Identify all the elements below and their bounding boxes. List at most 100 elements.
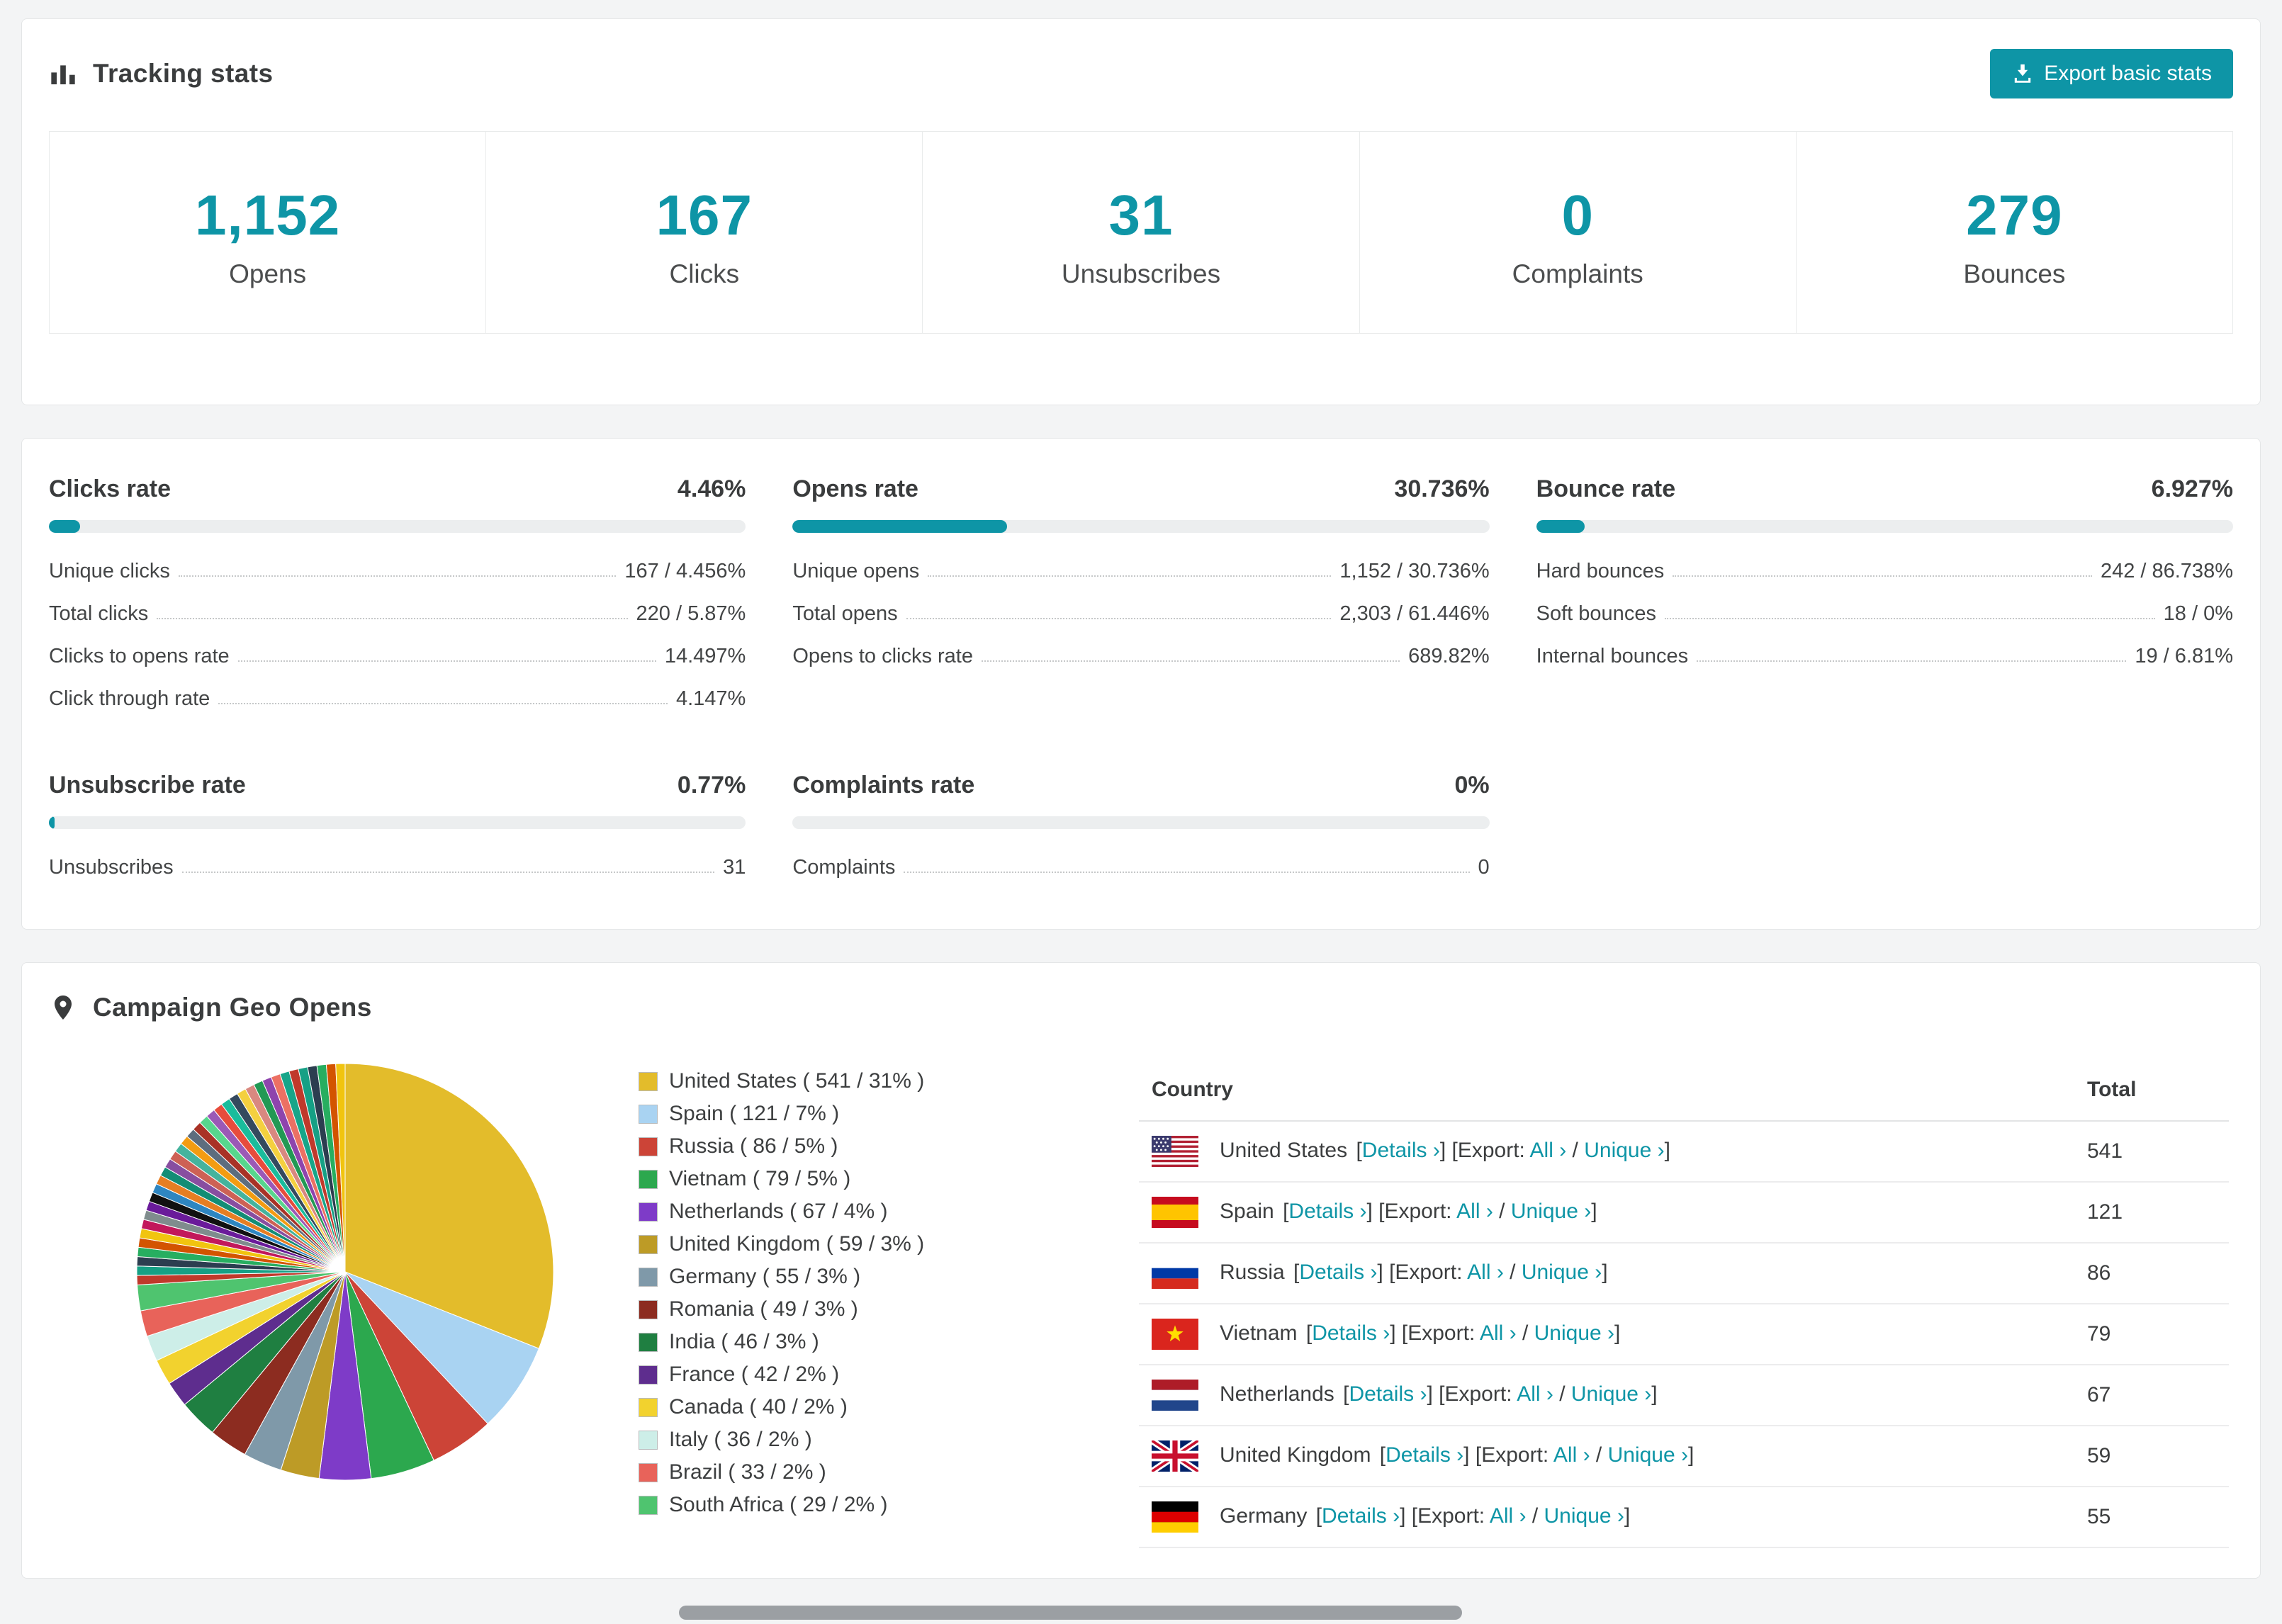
legend-swatch [639, 1332, 658, 1352]
dotted-leader [218, 703, 668, 704]
stat-box-opens: 1,152 Opens [49, 131, 487, 334]
geo-table-wrap: Country Total United States [Details ›] … [1139, 1059, 2229, 1548]
legend-item-russia: Russia ( 86 / 5% ) [639, 1134, 965, 1158]
country-flag-ru [1152, 1258, 1198, 1289]
rate-stat-row-hard-bounces: Hard bounces 242 / 86.738% [1536, 560, 2233, 583]
legend-swatch [639, 1299, 658, 1319]
legend-item-india: India ( 46 / 3% ) [639, 1330, 965, 1354]
rate-progress-track [1536, 520, 2233, 533]
details-link[interactable]: Details › [1349, 1382, 1427, 1406]
export-all-link[interactable]: All › [1553, 1443, 1590, 1467]
tracking-stats-card: Tracking stats Export basic stats 1,152 O… [21, 18, 2261, 405]
rate-title: Unsubscribe rate [49, 772, 246, 799]
rate-stat-value: 0 [1478, 856, 1490, 879]
legend-item-south-africa: South Africa ( 29 / 2% ) [639, 1493, 965, 1517]
legend-label: Italy ( 36 / 2% ) [669, 1428, 812, 1451]
export-all-link[interactable]: All › [1467, 1261, 1504, 1284]
rate-title: Opens rate [792, 475, 918, 502]
export-all-link[interactable]: All › [1517, 1382, 1553, 1406]
export-unique-link[interactable]: Unique › [1571, 1382, 1651, 1406]
export-basic-stats-button[interactable]: Export basic stats [1990, 49, 2233, 98]
details-link[interactable]: Details › [1299, 1261, 1377, 1284]
legend-label: Canada ( 40 / 2% ) [669, 1395, 848, 1419]
rate-stat-row-unique-clicks: Unique clicks 167 / 4.456% [49, 560, 746, 583]
rate-panel-clicks-rate: Clicks rate 4.46% Unique clicks 167 / 4.456… [49, 475, 746, 711]
rate-value: 30.736% [1394, 475, 1490, 502]
rate-title: Bounce rate [1536, 475, 1676, 502]
rate-stat-label: Click through rate [49, 687, 210, 710]
rate-stat-label: Clicks to opens rate [49, 645, 230, 667]
geo-table: Country Total United States [Details ›] … [1139, 1059, 2229, 1548]
stat-box-clicks: 167 Clicks [485, 131, 923, 334]
export-all-link[interactable]: All › [1490, 1504, 1527, 1528]
country-total: 79 [2074, 1304, 2229, 1365]
country-cell: United States [Details ›] [Export: All ›… [1139, 1121, 2074, 1183]
legend-item-united-states: United States ( 541 / 31% ) [639, 1069, 965, 1093]
dotted-leader [981, 660, 1400, 662]
country-flag-nl [1152, 1380, 1198, 1411]
export-all-link[interactable]: All › [1456, 1200, 1493, 1223]
stat-label: Unsubscribes [1061, 259, 1221, 288]
rate-head: Bounce rate 6.927% [1536, 475, 2233, 503]
rate-stat-value: 14.497% [664, 645, 746, 667]
geo-table-row-russia: Russia [Details ›] [Export: All › / Uniq… [1139, 1243, 2229, 1304]
export-all-link[interactable]: All › [1480, 1321, 1517, 1345]
stat-value: 279 [1966, 184, 2063, 247]
bar-chart-icon [49, 60, 77, 88]
legend-swatch [639, 1267, 658, 1287]
country-name: Russia [1220, 1260, 1285, 1284]
stat-label: Complaints [1512, 259, 1643, 288]
horizontal-scrollbar-thumb[interactable] [679, 1606, 1462, 1620]
country-flag-vn [1152, 1319, 1198, 1350]
details-link[interactable]: Details › [1288, 1200, 1366, 1223]
details-link[interactable]: Details › [1386, 1443, 1463, 1467]
geo-pie-chart[interactable] [133, 1059, 558, 1484]
legend-item-united-kingdom: United Kingdom ( 59 / 3% ) [639, 1232, 965, 1256]
export-unique-link[interactable]: Unique › [1544, 1504, 1624, 1528]
export-prefix: Export: [1444, 1382, 1517, 1406]
legend-item-france: France ( 42 / 2% ) [639, 1363, 965, 1387]
geo-table-row-united-kingdom: United Kingdom [Details ›] [Export: All … [1139, 1426, 2229, 1487]
export-unique-link[interactable]: Unique › [1534, 1321, 1614, 1345]
map-pin-icon [49, 993, 77, 1022]
legend-item-spain: Spain ( 121 / 7% ) [639, 1102, 965, 1126]
geo-pie-wrap [133, 1059, 558, 1484]
export-unique-link[interactable]: Unique › [1584, 1139, 1664, 1162]
rates-grid: Clicks rate 4.46% Unique clicks 167 / 4.456… [49, 475, 2233, 879]
export-all-link[interactable]: All › [1530, 1139, 1567, 1162]
legend-label: Netherlands ( 67 / 4% ) [669, 1200, 888, 1223]
details-link[interactable]: Details › [1322, 1504, 1400, 1528]
country-links: [Details ›] [Export: All › / Unique ›] [1373, 1443, 1694, 1467]
rate-stat-label: Complaints [792, 856, 896, 879]
rate-progress-fill [49, 816, 55, 829]
export-unique-link[interactable]: Unique › [1511, 1200, 1591, 1223]
rate-title: Complaints rate [792, 772, 975, 799]
campaign-geo-opens-card: Campaign Geo Opens United States ( 541 /… [21, 962, 2261, 1579]
rate-panel-unsubscribe-rate: Unsubscribe rate 0.77% Unsubscribes 31 [49, 772, 746, 879]
export-unique-link[interactable]: Unique › [1522, 1261, 1602, 1284]
rate-stat-row-total-opens: Total opens 2,303 / 61.446% [792, 602, 1489, 626]
country-links: [Details ›] [Export: All › / Unique ›] [1310, 1504, 1631, 1528]
rate-head: Unsubscribe rate 0.77% [49, 772, 746, 799]
rate-stat-row-clicks-to-opens-rate: Clicks to opens rate 14.497% [49, 645, 746, 668]
country-links: [Details ›] [Export: All › / Unique ›] [1300, 1321, 1621, 1345]
geo-table-header-total: Total [2074, 1059, 2229, 1122]
geo-header: Campaign Geo Opens [49, 993, 2233, 1022]
dashboard-page: Tracking stats Export basic stats 1,152 O… [0, 0, 2282, 1579]
details-link[interactable]: Details › [1312, 1321, 1390, 1345]
country-total: 55 [2074, 1487, 2229, 1548]
rate-progress-track [792, 520, 1490, 533]
export-unique-link[interactable]: Unique › [1608, 1443, 1688, 1467]
export-prefix: Export: [1457, 1138, 1530, 1162]
rate-stat-label: Unsubscribes [49, 856, 174, 879]
rate-head: Complaints rate 0% [792, 772, 1489, 799]
details-link[interactable]: Details › [1362, 1139, 1440, 1162]
dotted-leader [178, 575, 617, 577]
rate-stat-row-click-through-rate: Click through rate 4.147% [49, 687, 746, 711]
rate-stat-row-internal-bounces: Internal bounces 19 / 6.81% [1536, 645, 2233, 668]
rate-stat-label: Total clicks [49, 602, 149, 625]
country-total: 121 [2074, 1182, 2229, 1244]
geo-table-row-netherlands: Netherlands [Details ›] [Export: All › /… [1139, 1365, 2229, 1426]
tracking-stats-title-text: Tracking stats [93, 59, 274, 88]
tracking-stats-title: Tracking stats [49, 59, 273, 89]
